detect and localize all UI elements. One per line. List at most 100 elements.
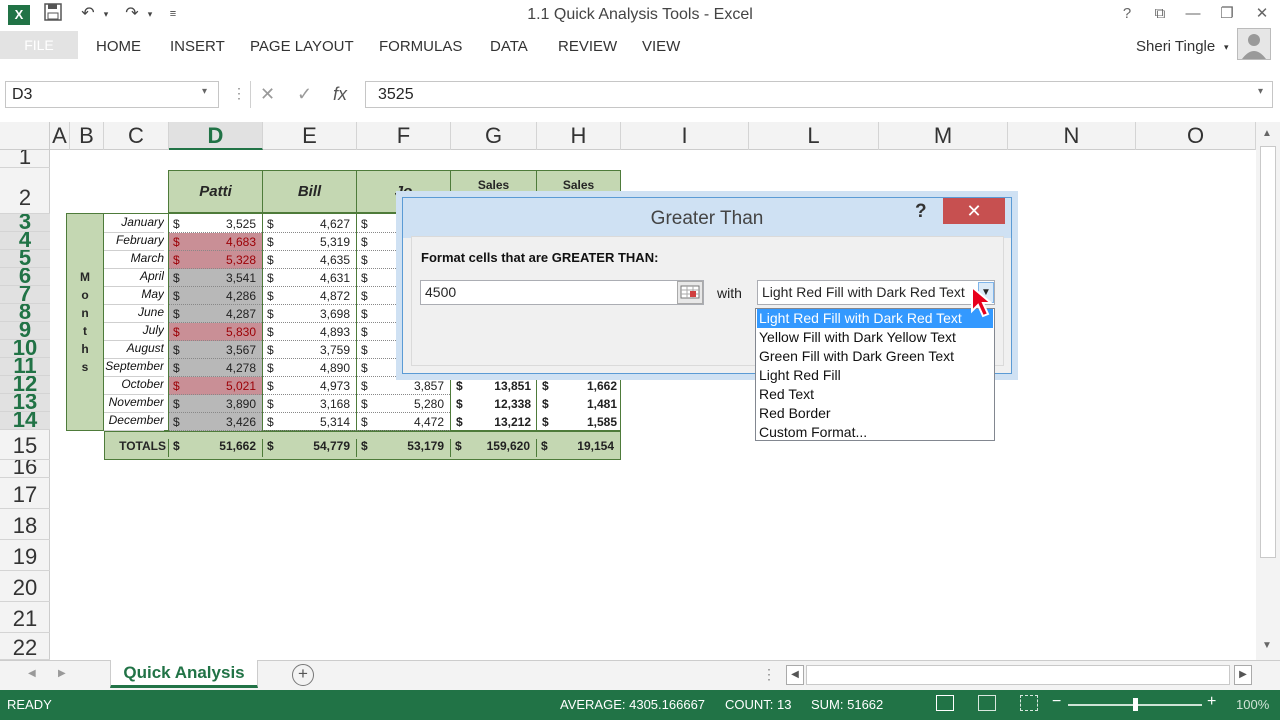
- next-sheet-icon[interactable]: ▶: [58, 668, 66, 679]
- avatar[interactable]: [1237, 28, 1271, 60]
- row-header-selected[interactable]: 12: [0, 376, 50, 394]
- patti-cell[interactable]: $3,890: [169, 395, 262, 413]
- format-option[interactable]: Yellow Fill with Dark Yellow Text: [757, 328, 993, 347]
- column-header[interactable]: G: [451, 122, 537, 150]
- totals-label[interactable]: TOTALS: [108, 439, 166, 453]
- row-header-selected[interactable]: 14: [0, 412, 50, 430]
- row-header-selected[interactable]: 6: [0, 268, 50, 286]
- jo-cell[interactable]: $5,280 $12,338 $1,481: [357, 395, 617, 413]
- column-header[interactable]: L: [749, 122, 879, 150]
- page-break-view-icon[interactable]: [1020, 695, 1038, 711]
- bill-cell[interactable]: $4,627: [263, 215, 356, 233]
- scroll-up-icon[interactable]: ▲: [1262, 128, 1272, 139]
- month-cell[interactable]: April: [104, 269, 164, 287]
- format-option[interactable]: Custom Format...: [757, 423, 993, 442]
- prev-sheet-icon[interactable]: ◀: [28, 668, 36, 679]
- tab-formulas[interactable]: FORMULAS: [379, 38, 462, 55]
- column-header[interactable]: F: [357, 122, 451, 150]
- sales-h-cell[interactable]: $1,585: [538, 413, 621, 431]
- jo-cell[interactable]: $3,857 $13,851 $1,662: [357, 377, 617, 395]
- scroll-down-icon[interactable]: ▼: [1262, 640, 1272, 651]
- header-bill[interactable]: Bill: [262, 170, 357, 213]
- month-cell[interactable]: June: [104, 305, 164, 323]
- close-icon[interactable]: ✕: [1247, 2, 1277, 26]
- scroll-thumb[interactable]: [1260, 146, 1276, 558]
- dialog-close-button[interactable]: ✕: [943, 198, 1005, 224]
- month-cell[interactable]: January: [104, 215, 164, 233]
- row-header[interactable]: 18: [0, 509, 50, 540]
- status-average[interactable]: AVERAGE: 4305.166667: [560, 697, 705, 712]
- format-option[interactable]: Green Fill with Dark Green Text: [757, 347, 993, 366]
- sales-g-cell[interactable]: $13,212: [452, 413, 537, 431]
- month-cell[interactable]: September: [104, 359, 164, 377]
- row-header[interactable]: 17: [0, 478, 50, 509]
- month-cell[interactable]: May: [104, 287, 164, 305]
- vertical-scrollbar[interactable]: ▲ ▼: [1256, 122, 1280, 660]
- month-cell[interactable]: July: [104, 323, 164, 341]
- row-header-selected[interactable]: 5: [0, 250, 50, 268]
- help-icon[interactable]: ?: [1112, 2, 1142, 26]
- hscroll-right-icon[interactable]: ▶: [1234, 665, 1252, 685]
- column-header[interactable]: M: [879, 122, 1008, 150]
- row-header[interactable]: 2: [0, 168, 50, 214]
- select-all-corner[interactable]: [0, 122, 50, 150]
- column-header[interactable]: C: [104, 122, 169, 150]
- insert-function-icon[interactable]: fx: [333, 81, 347, 108]
- row-header-selected[interactable]: 9: [0, 322, 50, 340]
- minimize-icon[interactable]: —: [1178, 2, 1208, 26]
- tab-home[interactable]: HOME: [96, 38, 141, 55]
- row-header[interactable]: 1: [0, 150, 50, 168]
- row-header-selected[interactable]: 13: [0, 394, 50, 412]
- total-cell[interactable]: $53,179: [356, 439, 450, 457]
- column-header[interactable]: A: [50, 122, 70, 150]
- row-header[interactable]: 15: [0, 430, 50, 460]
- bill-cell[interactable]: $5,314: [263, 413, 356, 431]
- row-header[interactable]: 16: [0, 460, 50, 478]
- tab-page-layout[interactable]: PAGE LAYOUT: [250, 38, 354, 55]
- sales-h-cell[interactable]: $1,481: [538, 395, 621, 413]
- bill-cell[interactable]: $4,872: [263, 287, 356, 305]
- horizontal-scroll-thumb[interactable]: [806, 665, 1230, 685]
- tab-review[interactable]: REVIEW: [558, 38, 617, 55]
- patti-cell[interactable]: $5,021: [169, 377, 262, 395]
- zoom-in-icon[interactable]: +: [1207, 693, 1216, 711]
- row-header-selected[interactable]: 7: [0, 286, 50, 304]
- bill-cell[interactable]: $3,759: [263, 341, 356, 359]
- dialog-title-bar[interactable]: Greater Than ? ✕: [403, 198, 1011, 238]
- hscroll-left-icon[interactable]: ◀: [786, 665, 804, 685]
- range-selector-icon[interactable]: [677, 281, 703, 304]
- enter-icon[interactable]: ✓: [297, 81, 312, 108]
- bill-cell[interactable]: $4,973: [263, 377, 356, 395]
- patti-cell[interactable]: $3,567: [169, 341, 262, 359]
- patti-cell[interactable]: $3,525: [169, 215, 262, 233]
- month-cell[interactable]: November: [104, 395, 164, 413]
- user-name[interactable]: Sheri Tingle: [1136, 38, 1215, 55]
- sheet-tab-quick-analysis[interactable]: Quick Analysis: [110, 660, 258, 688]
- formula-bar-resize-icon[interactable]: ⋮: [232, 85, 246, 102]
- total-cell[interactable]: $159,620: [450, 439, 536, 457]
- patti-cell[interactable]: $4,286: [169, 287, 262, 305]
- jo-cell[interactable]: $4,472 $13,212 $1,585: [357, 413, 617, 431]
- total-cell[interactable]: $19,154: [536, 439, 620, 457]
- tab-split-handle[interactable]: ⋮: [762, 666, 776, 683]
- format-option[interactable]: Red Border: [757, 404, 993, 423]
- format-option[interactable]: Red Text: [757, 385, 993, 404]
- cancel-icon[interactable]: ✕: [260, 81, 275, 108]
- row-header[interactable]: 19: [0, 540, 50, 571]
- bill-cell[interactable]: $4,890: [263, 359, 356, 377]
- patti-cell[interactable]: $4,278: [169, 359, 262, 377]
- patti-cell[interactable]: $4,287: [169, 305, 262, 323]
- sales-h-cell[interactable]: $1,662: [538, 377, 621, 395]
- page-layout-view-icon[interactable]: [978, 695, 996, 711]
- month-cell[interactable]: February: [104, 233, 164, 251]
- column-header[interactable]: O: [1136, 122, 1256, 150]
- tab-data[interactable]: DATA: [490, 38, 528, 55]
- patti-cell[interactable]: $3,541: [169, 269, 262, 287]
- format-option[interactable]: Light Red Fill: [757, 366, 993, 385]
- threshold-input[interactable]: 4500: [420, 280, 704, 305]
- patti-cell[interactable]: $5,830: [169, 323, 262, 341]
- format-option-selected[interactable]: Light Red Fill with Dark Red Text: [757, 309, 993, 328]
- row-header-selected[interactable]: 10: [0, 340, 50, 358]
- patti-cell[interactable]: $3,426: [169, 413, 262, 431]
- bill-cell[interactable]: $4,635: [263, 251, 356, 269]
